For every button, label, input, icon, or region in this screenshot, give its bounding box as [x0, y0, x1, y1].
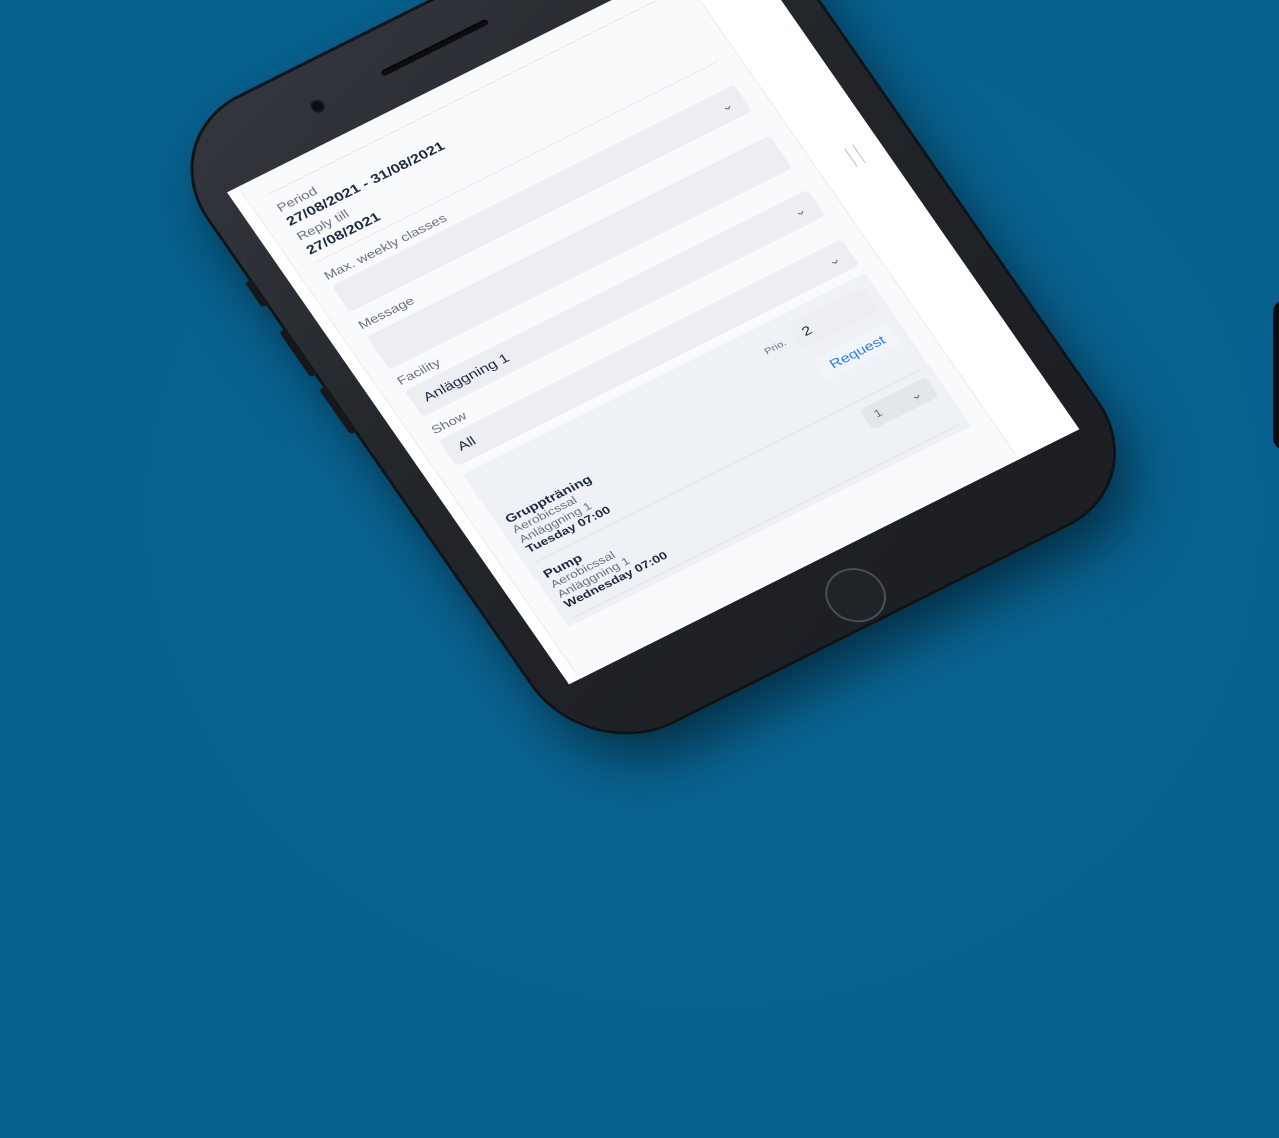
class-priority-value: 1 [871, 407, 886, 421]
chevron-down-icon: ⌄ [717, 97, 737, 115]
chevron-down-icon: ⌄ [906, 386, 926, 404]
speaker-grille [380, 18, 490, 77]
show-select-value: All [454, 433, 479, 454]
second-device-edge [1273, 300, 1279, 450]
front-camera-icon [307, 97, 328, 115]
chevron-down-icon: ⌄ [824, 251, 844, 269]
priority-label: Prio. [762, 337, 789, 357]
scrollbar-handle[interactable] [844, 144, 866, 167]
chevron-down-icon: ⌄ [790, 202, 810, 220]
